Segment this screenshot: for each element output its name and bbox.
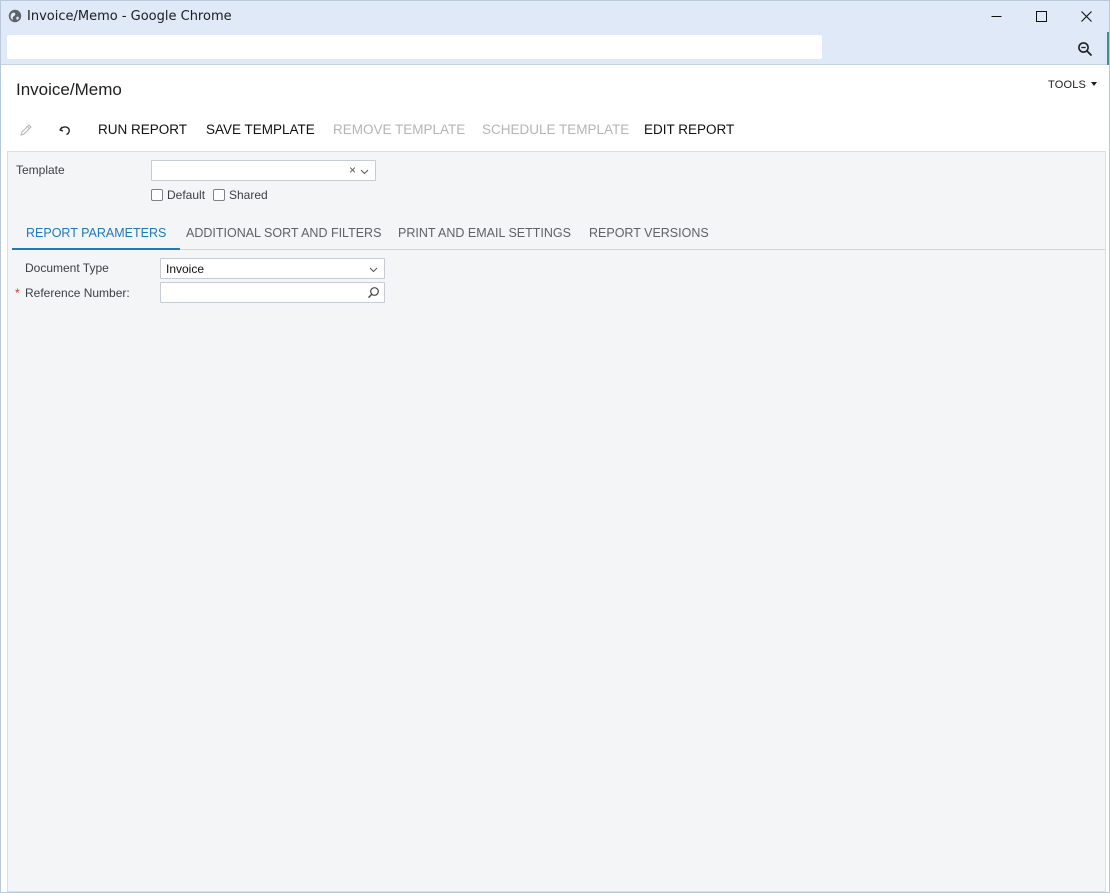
document-type-select[interactable]: Invoice <box>160 258 385 279</box>
close-button[interactable] <box>1063 1 1109 32</box>
browser-window: Invoice/Memo - Google Chrome Invoice/Mem… <box>0 0 1110 893</box>
remove-template-button[interactable]: REMOVE TEMPLATE <box>333 122 465 137</box>
url-field[interactable] <box>7 35 822 59</box>
tab-report-versions[interactable]: REPORT VERSIONS <box>575 215 723 250</box>
zoom-icon[interactable] <box>1077 41 1093 57</box>
default-checkbox[interactable]: Default <box>151 188 205 202</box>
clear-icon[interactable]: × <box>349 163 356 177</box>
shared-checkbox-box[interactable] <box>213 189 225 201</box>
required-marker: * <box>15 286 20 300</box>
toolbar: RUN REPORT SAVE TEMPLATE REMOVE TEMPLATE… <box>1 120 901 140</box>
close-icon <box>1080 11 1092 22</box>
minimize-icon <box>991 16 1001 17</box>
report-page: Invoice/Memo TOOLS RUN REPORT SAVE TEMPL… <box>1 66 1109 892</box>
chevron-down-icon[interactable] <box>360 167 369 176</box>
globe-icon <box>8 9 22 23</box>
tab-bar: REPORT PARAMETERS ADDITIONAL SORT AND FI… <box>12 215 1105 250</box>
form-area: Template × Default Shared REPORT PARAMET… <box>7 151 1106 892</box>
minimize-button[interactable] <box>973 1 1019 32</box>
document-type-label: Document Type <box>25 261 109 275</box>
run-report-button[interactable]: RUN REPORT <box>98 122 187 137</box>
reference-number-label: Reference Number: <box>25 286 130 300</box>
default-checkbox-label: Default <box>167 188 206 202</box>
shared-checkbox-label: Shared <box>229 188 268 202</box>
address-bar <box>1 32 1109 65</box>
search-icon[interactable] <box>367 286 380 299</box>
title-bar: Invoice/Memo - Google Chrome <box>1 1 1109 32</box>
shared-checkbox[interactable]: Shared <box>213 188 268 202</box>
document-type-value: Invoice <box>166 262 205 276</box>
tools-menu[interactable]: TOOLS <box>1048 79 1098 91</box>
chevron-down-icon[interactable] <box>369 265 378 274</box>
window-title: Invoice/Memo - Google Chrome <box>27 9 232 24</box>
tab-report-parameters[interactable]: REPORT PARAMETERS <box>12 215 181 250</box>
default-checkbox-box[interactable] <box>151 189 163 201</box>
caret-down-icon <box>1091 81 1098 86</box>
tab-print-and-email-settings[interactable]: PRINT AND EMAIL SETTINGS <box>384 215 585 250</box>
pencil-icon[interactable] <box>18 122 34 138</box>
schedule-template-button[interactable]: SCHEDULE TEMPLATE <box>482 122 629 137</box>
maximize-icon <box>1035 11 1047 22</box>
save-template-button[interactable]: SAVE TEMPLATE <box>206 122 315 137</box>
tab-additional-sort-and-filters[interactable]: ADDITIONAL SORT AND FILTERS <box>172 215 395 250</box>
tools-label: TOOLS <box>1048 79 1087 91</box>
side-accent <box>1107 32 1109 65</box>
reference-number-input[interactable] <box>160 282 385 303</box>
page-title: Invoice/Memo <box>16 80 122 99</box>
edit-report-button[interactable]: EDIT REPORT <box>644 122 734 137</box>
template-combo[interactable]: × <box>151 160 376 181</box>
undo-icon[interactable] <box>57 122 73 138</box>
template-label: Template <box>16 163 65 177</box>
maximize-button[interactable] <box>1018 1 1064 32</box>
